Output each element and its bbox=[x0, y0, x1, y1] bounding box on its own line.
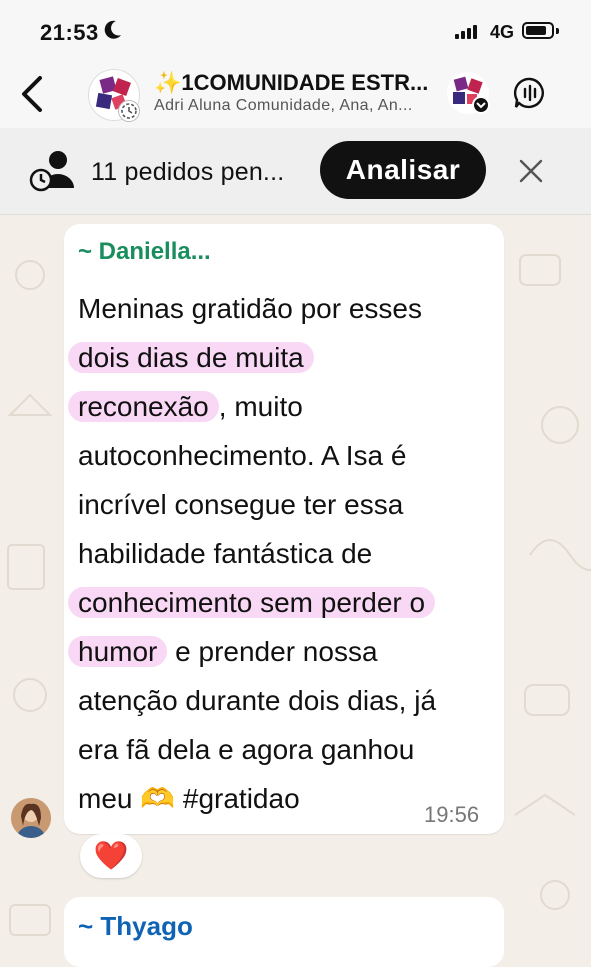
message-bubble[interactable]: ~ Thyago bbox=[64, 897, 504, 967]
back-icon[interactable] bbox=[18, 72, 54, 116]
clock-icon bbox=[118, 100, 140, 122]
message-line: atenção durante dois dias, já bbox=[78, 685, 437, 716]
status-bar: 21:53 4G bbox=[0, 0, 591, 62]
reaction-heart[interactable]: ❤️ bbox=[80, 834, 142, 878]
pending-users-icon bbox=[28, 148, 78, 192]
highlighted-text: conhecimento sem perder o bbox=[68, 587, 436, 618]
message-bubble[interactable]: ~ Daniella... Meninas gratidão por esses… bbox=[64, 224, 504, 834]
message-sender[interactable]: ~ Daniella... bbox=[78, 238, 211, 266]
network-label: 4G bbox=[490, 22, 515, 42]
message-line: habilidade fantástica de bbox=[78, 538, 373, 569]
battery-icon bbox=[522, 22, 554, 39]
message-line: incrível consegue ter essa bbox=[78, 489, 404, 520]
chevron-down-icon[interactable] bbox=[472, 96, 490, 114]
analyze-button[interactable]: Analisar bbox=[320, 141, 486, 199]
message-line: Meninas gratidão por esses bbox=[78, 293, 422, 324]
message-line: autoconhecimento. A Isa é bbox=[78, 440, 407, 471]
highlighted-text: humor bbox=[68, 636, 168, 667]
message-text: Meninas gratidão por esses dois dias de … bbox=[68, 284, 498, 823]
moon-icon bbox=[104, 20, 122, 46]
sender-avatar[interactable] bbox=[11, 798, 51, 838]
pending-requests-bar: 11 pedidos pen... Analisar bbox=[0, 128, 591, 215]
signal-icon bbox=[455, 25, 483, 39]
chat-header: ✨1COMUNIDADE ESTR... Adri Aluna Comunida… bbox=[0, 62, 591, 128]
message-sender[interactable]: ~ Thyago bbox=[78, 911, 193, 942]
message-timestamp: 19:56 bbox=[424, 802, 480, 827]
message-line: era fã dela e agora ganhou bbox=[78, 734, 415, 765]
chat-title[interactable]: ✨1COMUNIDADE ESTR... bbox=[154, 70, 444, 96]
chat-subtitle[interactable]: Adri Aluna Comunidade, Ana, An... bbox=[154, 97, 444, 115]
highlighted-text: reconexão bbox=[68, 391, 219, 422]
highlighted-text: dois dias de muita bbox=[68, 342, 314, 373]
status-time: 21:53 bbox=[40, 20, 99, 45]
voice-chat-icon[interactable] bbox=[513, 76, 547, 110]
battery-tip bbox=[556, 28, 559, 34]
pending-requests-text[interactable]: 11 pedidos pen... bbox=[91, 158, 284, 187]
message-line: reconexão, muito bbox=[68, 382, 498, 431]
close-icon[interactable] bbox=[518, 158, 544, 184]
message-line: dois dias de muita bbox=[68, 333, 498, 382]
message-line: conhecimento sem perder o bbox=[68, 578, 498, 627]
message-line: humor e prender nossa bbox=[68, 627, 498, 676]
